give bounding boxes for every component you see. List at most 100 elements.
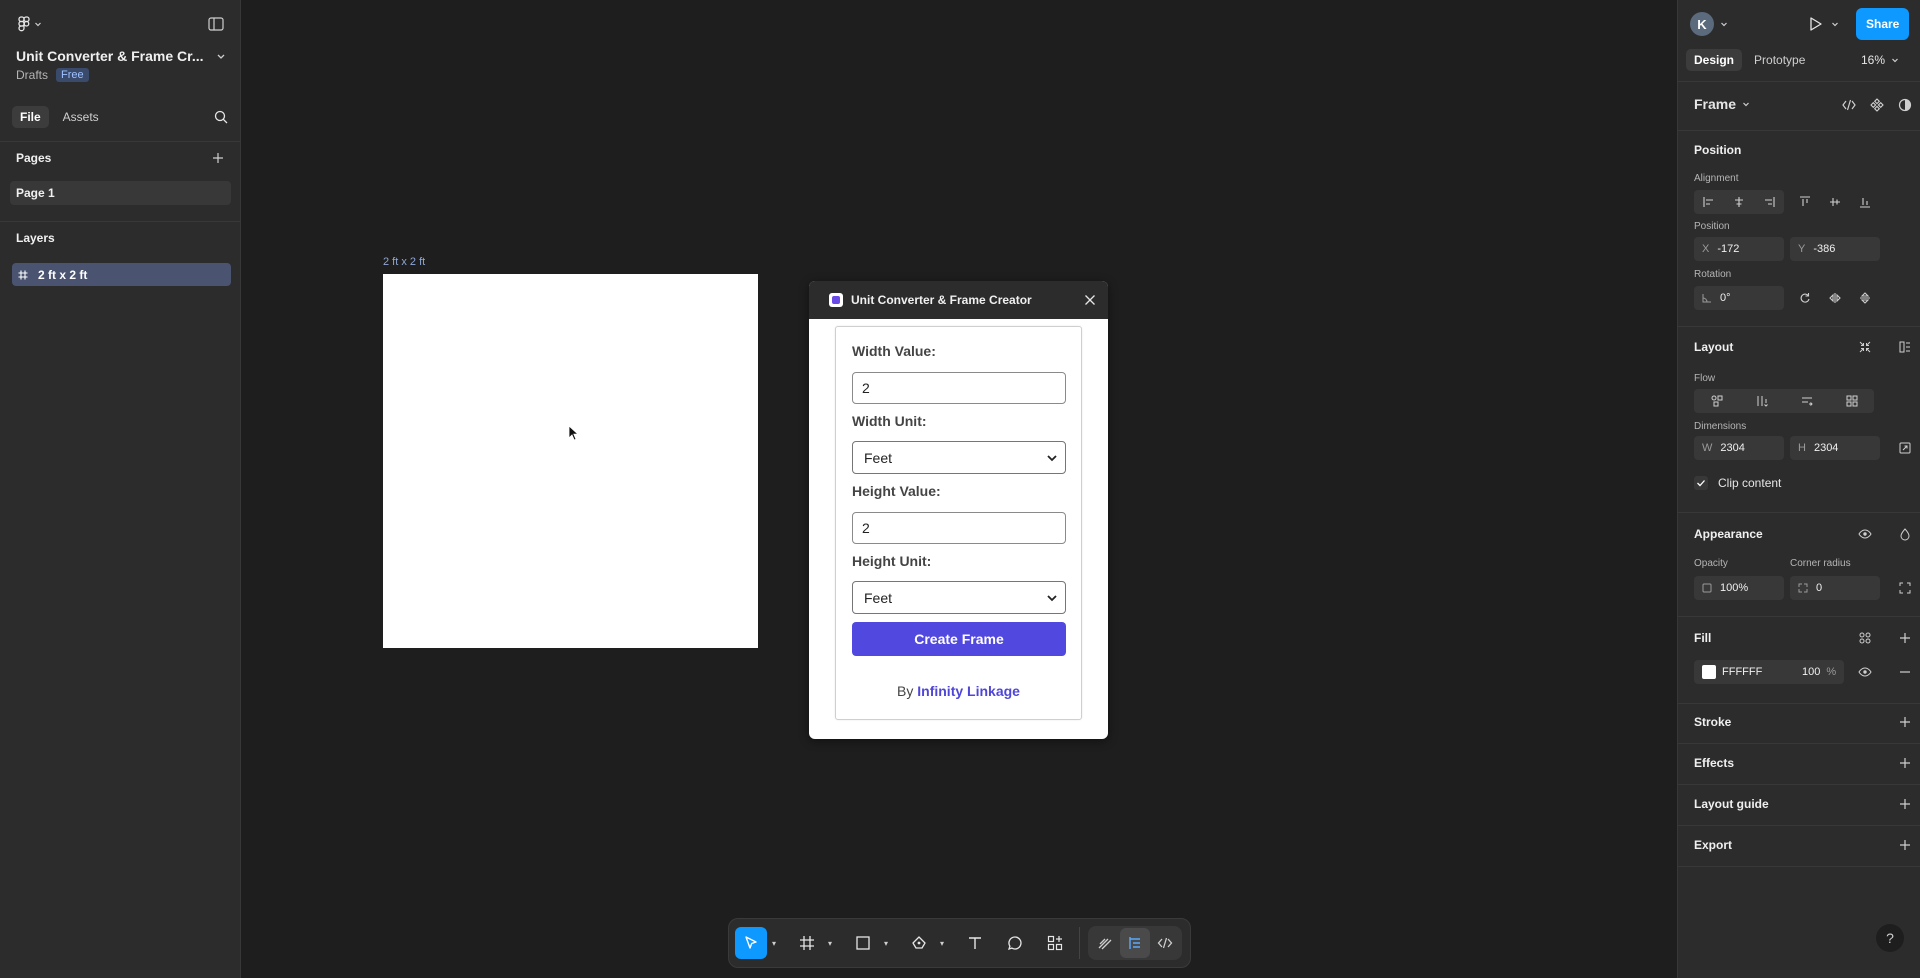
flow-vertical-icon[interactable] — [1739, 395, 1784, 407]
add-layout-guide-icon[interactable] — [1897, 796, 1913, 812]
align-left-icon[interactable] — [1694, 196, 1724, 208]
layout-guide-header[interactable]: Layout guide — [1694, 797, 1769, 811]
styles-grid-icon[interactable] — [1857, 630, 1873, 646]
chevron-down-icon[interactable]: ▾ — [767, 939, 781, 948]
design-mode-button[interactable] — [1120, 928, 1150, 958]
canvas-frame[interactable] — [383, 274, 758, 648]
flow-freeform-icon[interactable] — [1694, 395, 1739, 407]
align-right-icon[interactable] — [1754, 196, 1784, 208]
add-fill-icon[interactable] — [1897, 630, 1913, 646]
width-value-input[interactable]: 2 — [852, 372, 1066, 404]
clip-content-row[interactable]: Clip content — [1694, 476, 1781, 490]
height-value-input[interactable]: 2 — [852, 512, 1066, 544]
add-page-icon[interactable] — [212, 152, 224, 164]
align-top-icon[interactable] — [1790, 196, 1820, 208]
credit-link[interactable]: Infinity Linkage — [917, 683, 1020, 699]
flip-horizontal-icon[interactable] — [1820, 292, 1850, 304]
plugin-title: Unit Converter & Frame Creator — [851, 293, 1032, 307]
chevron-down-icon[interactable]: ▾ — [879, 939, 893, 948]
draw-mode-button[interactable] — [1090, 928, 1120, 958]
appearance-header: Appearance — [1694, 527, 1763, 541]
tab-design[interactable]: Design — [1686, 49, 1743, 71]
eye-icon[interactable] — [1857, 664, 1873, 680]
help-button[interactable]: ? — [1876, 924, 1904, 952]
align-center-horizontal-icon[interactable] — [1724, 196, 1754, 208]
actions-tool-button[interactable] — [1039, 927, 1071, 959]
avatar[interactable]: K — [1690, 12, 1714, 36]
height-field[interactable]: H 2304 — [1790, 436, 1880, 460]
layer-item[interactable]: 2 ft x 2 ft — [12, 263, 231, 286]
drop-icon[interactable] — [1897, 526, 1913, 542]
contrast-icon[interactable] — [1897, 97, 1913, 113]
flow-horizontal-icon[interactable] — [1784, 395, 1829, 407]
effects-header[interactable]: Effects — [1694, 756, 1734, 770]
chevron-down-icon[interactable] — [1831, 20, 1839, 28]
sidebar-toggle-icon[interactable] — [208, 17, 224, 31]
share-button[interactable]: Share — [1856, 8, 1910, 40]
constrain-proportions-icon[interactable] — [1897, 440, 1913, 456]
add-stroke-icon[interactable] — [1897, 714, 1913, 730]
add-export-icon[interactable] — [1897, 837, 1913, 853]
chevron-down-icon — [1742, 100, 1750, 108]
create-frame-button[interactable]: Create Frame — [852, 622, 1066, 656]
stroke-header[interactable]: Stroke — [1694, 715, 1731, 729]
eye-icon[interactable] — [1857, 526, 1873, 542]
opacity-field[interactable]: 100% — [1694, 576, 1784, 600]
rotation-field[interactable]: 0° — [1694, 286, 1784, 310]
collapse-icon[interactable] — [1857, 339, 1873, 355]
frame-tool-button[interactable] — [791, 927, 823, 959]
dev-mode-button[interactable] — [1150, 928, 1180, 958]
fill-color-field[interactable]: FFFFFF 100 % — [1694, 660, 1844, 684]
code-icon[interactable] — [1841, 97, 1857, 113]
page-item[interactable]: Page 1 — [10, 181, 231, 205]
chevron-down-icon — [1047, 594, 1057, 602]
play-icon[interactable] — [1809, 16, 1823, 32]
move-tool-button[interactable] — [735, 927, 767, 959]
divider — [1678, 326, 1920, 327]
search-icon[interactable] — [214, 110, 228, 124]
fill-swatch[interactable] — [1702, 665, 1716, 679]
fill-header: Fill — [1694, 631, 1712, 645]
align-center-vertical-icon[interactable] — [1820, 196, 1850, 208]
width-unit-select[interactable]: Feet — [852, 441, 1066, 474]
main-menu-button[interactable] — [18, 16, 42, 32]
flow-grid-icon[interactable] — [1829, 395, 1874, 407]
frame-label[interactable]: 2 ft x 2 ft — [383, 256, 425, 268]
y-position-field[interactable]: Y -386 — [1790, 237, 1880, 261]
tab-file[interactable]: File — [12, 106, 49, 128]
align-bottom-icon[interactable] — [1850, 196, 1880, 208]
chevron-down-icon[interactable]: ▾ — [823, 939, 837, 948]
file-location[interactable]: Drafts — [16, 68, 48, 82]
auto-layout-icon[interactable] — [1897, 339, 1913, 355]
width-field[interactable]: W 2304 — [1694, 436, 1784, 460]
add-effect-icon[interactable] — [1897, 755, 1913, 771]
comment-tool-button[interactable] — [999, 927, 1031, 959]
frame-hash-icon — [18, 270, 28, 280]
flip-vertical-icon[interactable] — [1850, 292, 1880, 304]
zoom-menu[interactable]: 16% — [1861, 53, 1899, 67]
tab-prototype[interactable]: Prototype — [1746, 49, 1813, 71]
present-menu[interactable] — [1809, 16, 1839, 32]
x-position-field[interactable]: X -172 — [1694, 237, 1784, 261]
divider — [1678, 825, 1920, 826]
independent-corners-icon[interactable] — [1897, 580, 1913, 596]
close-icon[interactable] — [1084, 294, 1096, 306]
text-tool-button[interactable] — [959, 927, 991, 959]
file-title-row[interactable]: Unit Converter & Frame Cr... — [16, 48, 226, 64]
remove-fill-icon[interactable] — [1897, 664, 1913, 680]
chevron-down-icon[interactable]: ▾ — [935, 939, 949, 948]
plugin-header[interactable]: Unit Converter & Frame Creator — [809, 281, 1108, 319]
rotate-icon[interactable] — [1790, 292, 1820, 304]
page-item-label: Page 1 — [16, 186, 55, 200]
rectangle-tool-button[interactable] — [847, 927, 879, 959]
tab-assets[interactable]: Assets — [55, 106, 107, 128]
export-header[interactable]: Export — [1694, 838, 1732, 852]
corner-radius-field[interactable]: 0 — [1790, 576, 1880, 600]
height-unit-select[interactable]: Feet — [852, 581, 1066, 614]
clip-content-checkbox[interactable] — [1694, 476, 1708, 490]
selection-type-menu[interactable]: Frame — [1694, 96, 1750, 112]
multiplayer-menu[interactable]: K — [1690, 12, 1728, 36]
component-icon[interactable] — [1869, 97, 1885, 113]
opacity-value: 100% — [1720, 582, 1749, 594]
pen-tool-button[interactable] — [903, 927, 935, 959]
